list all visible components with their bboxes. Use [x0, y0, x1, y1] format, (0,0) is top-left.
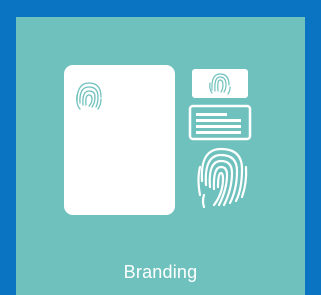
business-card-icon: [192, 69, 248, 98]
fingerprint-icon: [197, 147, 248, 209]
tile-frame: Branding: [0, 0, 321, 295]
branding-tile[interactable]: Branding: [16, 17, 305, 295]
id-card-icon: [188, 104, 252, 141]
branding-label: Branding: [123, 262, 198, 282]
branding-illustration: [64, 65, 252, 215]
letterhead-icon: [64, 65, 175, 215]
